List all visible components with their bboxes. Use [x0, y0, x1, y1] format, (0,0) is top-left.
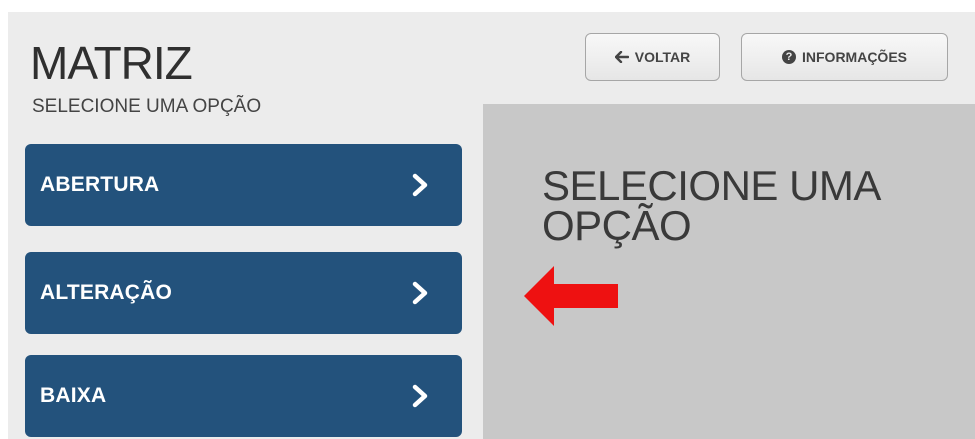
- panel-message: SELECIONE UMA OPÇÃO: [542, 162, 879, 249]
- chevron-right-icon: [412, 281, 428, 305]
- page-subtitle: SELECIONE UMA OPÇÃO: [32, 96, 262, 117]
- info-button[interactable]: ? INFORMAÇÕES: [741, 33, 948, 81]
- page-title: MATRIZ: [30, 37, 193, 89]
- menu-item-label: ALTERAÇÃO: [40, 281, 173, 304]
- app-frame: MATRIZ SELECIONE UMA OPÇÃO VOLTAR ? INFO…: [8, 12, 975, 439]
- back-button-label: VOLTAR: [634, 49, 691, 65]
- arrow-left-icon: [614, 51, 629, 63]
- red-arrow-left-icon: [524, 266, 618, 326]
- chevron-right-icon: [412, 173, 428, 197]
- menu-item-alteracao[interactable]: ALTERAÇÃO: [25, 252, 462, 334]
- menu-item-baixa[interactable]: BAIXA: [25, 355, 462, 437]
- menu-item-label: ABERTURA: [40, 173, 160, 196]
- back-button[interactable]: VOLTAR: [585, 33, 720, 81]
- menu-item-abertura[interactable]: ABERTURA: [25, 144, 462, 226]
- chevron-right-icon: [412, 384, 428, 408]
- menu-item-label: BAIXA: [40, 384, 107, 407]
- question-circle-icon: ?: [782, 50, 796, 64]
- info-button-label: INFORMAÇÕES: [802, 49, 907, 65]
